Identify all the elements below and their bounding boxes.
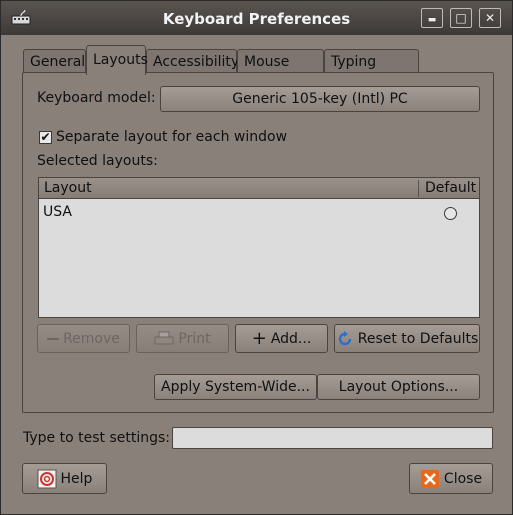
layouts-panel: Keyboard model: Generic 105-key (Intl) P…: [22, 72, 494, 413]
check-icon: ✔: [40, 130, 51, 144]
help-icon: [37, 469, 57, 488]
column-separator: [418, 180, 419, 197]
selected-layouts-label: Selected layouts:: [37, 153, 158, 169]
list-header: Layout Default: [39, 178, 479, 199]
table-row[interactable]: USA: [39, 200, 479, 224]
tab-label: Accessibility: [153, 54, 240, 70]
apply-system-wide-label: Apply System-Wide...: [161, 379, 310, 395]
test-settings-input[interactable]: [172, 427, 493, 449]
apply-system-wide-button[interactable]: Apply System-Wide...: [154, 374, 317, 400]
reset-icon: [338, 330, 351, 345]
layouts-list[interactable]: Layout Default USA: [38, 177, 480, 318]
help-button[interactable]: Help: [22, 463, 107, 494]
layout-options-button[interactable]: Layout Options...: [317, 374, 480, 400]
print-button[interactable]: Print: [136, 324, 229, 353]
remove-icon: [47, 337, 60, 340]
minimize-icon: ▬: [427, 15, 437, 25]
layout-name: USA: [43, 204, 72, 220]
print-label: Print: [178, 330, 211, 347]
printer-icon: [154, 331, 174, 344]
tab-label: General: [30, 54, 86, 70]
minimize-button[interactable]: ▬: [421, 8, 443, 28]
close-window-button[interactable]: ✕: [479, 8, 501, 28]
maximize-icon: □: [455, 11, 467, 25]
add-label: Add...: [270, 330, 312, 347]
maximize-button[interactable]: □: [450, 8, 472, 28]
close-icon: [420, 469, 439, 488]
test-settings-label: Type to test settings:: [23, 430, 170, 446]
close-label: Close: [443, 470, 483, 487]
plus-icon: +: [251, 327, 267, 349]
keyboard-model-value: Generic 105-key (Intl) PC: [232, 91, 408, 107]
keyboard-model-button[interactable]: Generic 105-key (Intl) PC: [160, 86, 480, 112]
column-header-default[interactable]: Default: [425, 180, 476, 196]
title-bar[interactable]: Keyboard Preferences ▬ □ ✕: [1, 1, 512, 35]
column-header-layout[interactable]: Layout: [44, 180, 92, 196]
default-radio[interactable]: [444, 207, 457, 220]
tab-label: Layouts: [93, 52, 148, 68]
keyboard-model-label: Keyboard model:: [37, 90, 156, 106]
close-icon: ✕: [484, 11, 496, 25]
reset-to-defaults-button[interactable]: Reset to Defaults: [334, 324, 480, 353]
layout-options-label: Layout Options...: [338, 379, 459, 395]
reset-label: Reset to Defaults: [357, 330, 479, 347]
close-button[interactable]: Close: [409, 463, 493, 494]
remove-button[interactable]: Remove: [37, 324, 130, 353]
separate-layout-label: Separate layout for each window: [56, 129, 288, 145]
add-button[interactable]: + Add...: [235, 324, 328, 353]
separate-layout-checkbox[interactable]: ✔: [39, 131, 52, 144]
tab-layouts[interactable]: Layouts: [86, 45, 148, 75]
help-label: Help: [60, 470, 93, 487]
remove-label: Remove: [63, 330, 120, 347]
keyboard-preferences-window: Keyboard Preferences ▬ □ ✕ General Layou…: [0, 0, 513, 515]
